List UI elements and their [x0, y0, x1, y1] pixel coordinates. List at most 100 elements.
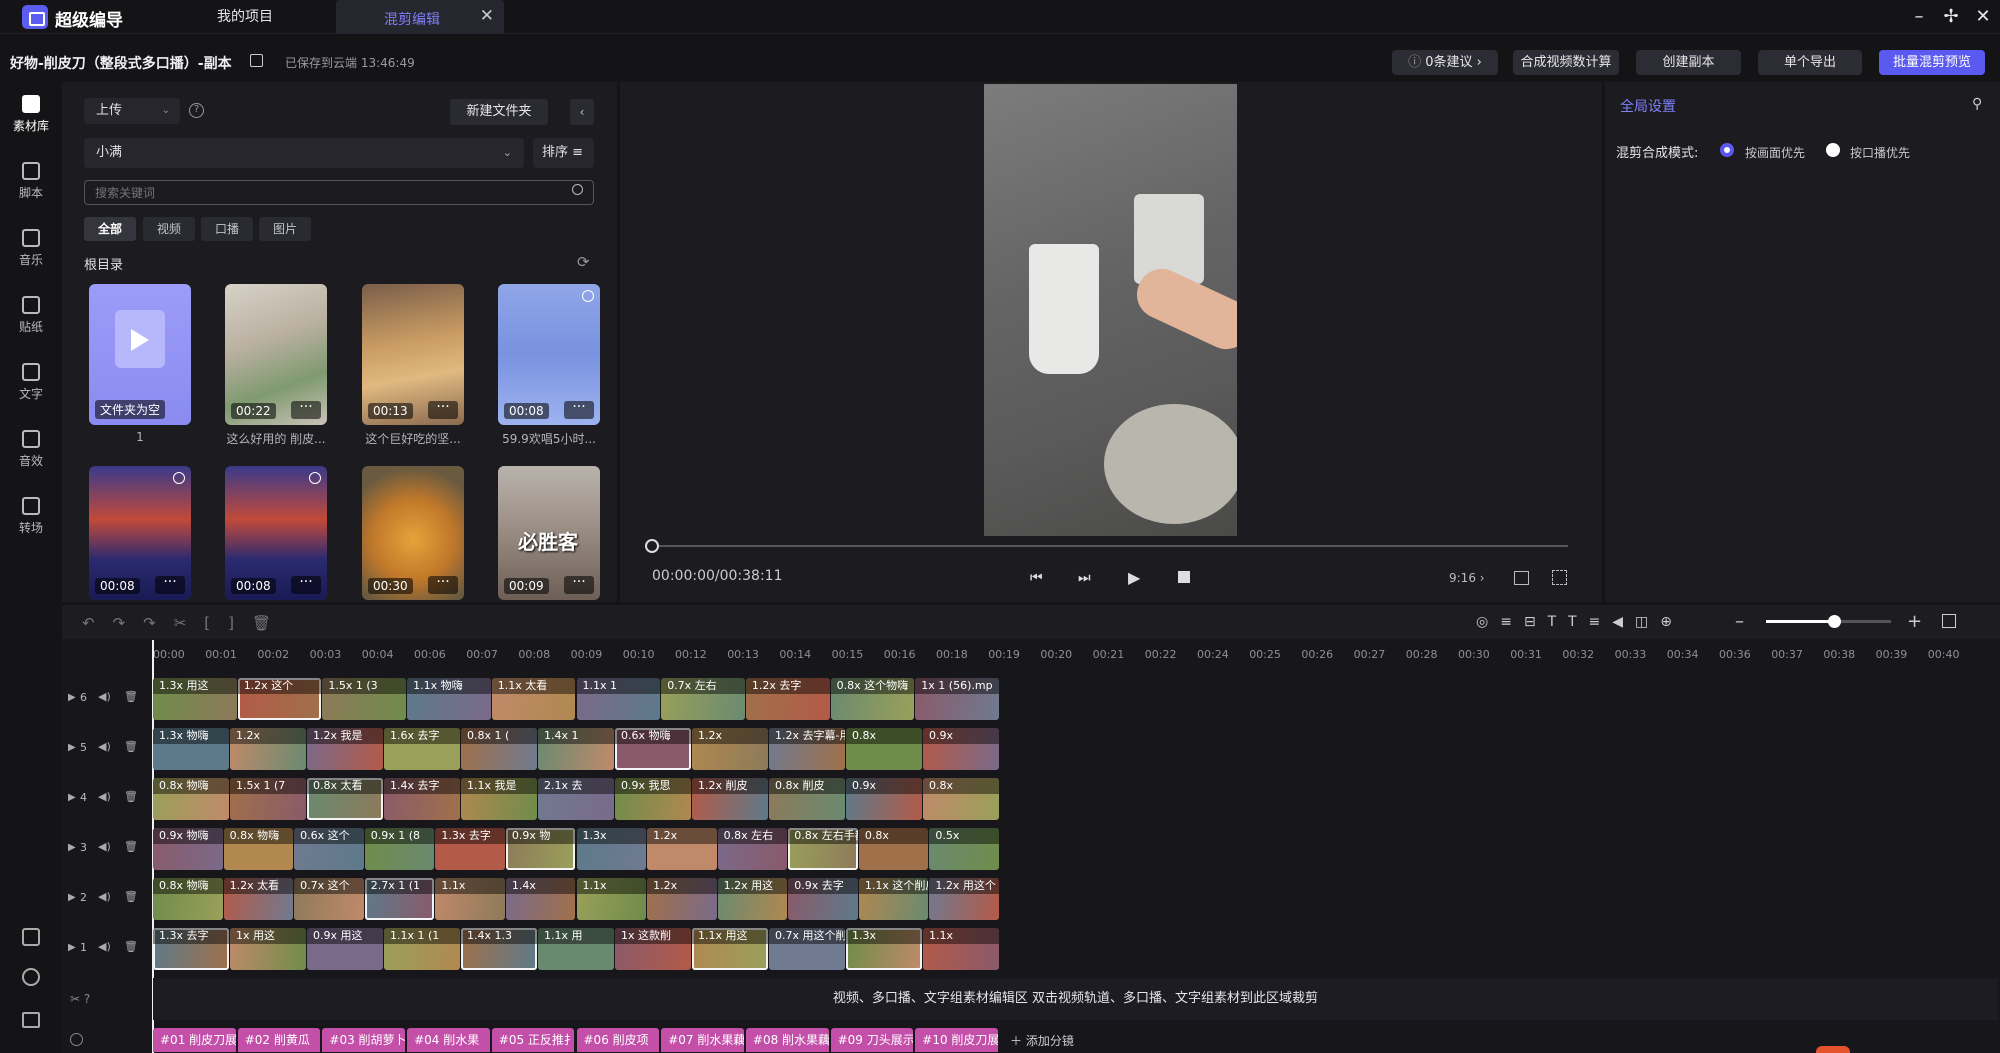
collapse-panel-icon[interactable]: ‹ — [570, 99, 594, 125]
minimize-button[interactable]: – — [1906, 4, 1932, 30]
more-icon[interactable]: ··· — [428, 575, 458, 594]
search-icon[interactable] — [572, 184, 583, 195]
timeline-clip[interactable]: 1.1x 用这 — [692, 928, 768, 970]
volume-icon[interactable]: ◀) — [98, 740, 111, 753]
timeline-clip[interactable]: 1.1x 这个削皮刀 — [858, 878, 929, 920]
rail-item-stickers[interactable]: 贴纸 — [6, 296, 56, 356]
material-card[interactable]: 必胜客 00:09 ··· — [498, 466, 600, 600]
volume-icon[interactable]: ◀) — [98, 840, 111, 853]
timeline-clip[interactable]: 1.3x — [576, 828, 647, 870]
timeline-clip[interactable]: 0.6x 这个 — [294, 828, 364, 870]
filter-image[interactable]: 图片 — [259, 217, 311, 241]
timeline-clip[interactable]: 0.7x 这个 — [294, 878, 364, 920]
edit-tools[interactable]: ↶↷↷✂[]🗑 — [82, 614, 289, 632]
timeline-clip[interactable]: 1x 1 (56).mp — [915, 678, 999, 720]
timeline-clip[interactable]: 1.3x 物嗨 — [153, 728, 229, 770]
add-group-button[interactable]: ＋ 添加分镜 — [1010, 1032, 1074, 1049]
material-card[interactable]: 00:30 ··· — [362, 466, 464, 600]
track-header[interactable]: ▶ 1 ◀) 🗑 — [62, 928, 152, 970]
timeline-clip[interactable]: 1.2x 用这个 — [929, 878, 999, 920]
timeline-clip[interactable]: 1.2x 削皮 — [692, 778, 768, 820]
info-icon[interactable]: ? — [189, 103, 204, 118]
timeline-clip[interactable]: 1.1x — [923, 928, 999, 970]
material-card[interactable]: 00:13 ··· — [362, 284, 464, 425]
progress-handle[interactable] — [645, 539, 659, 553]
delete-icon[interactable]: 🗑 — [124, 690, 138, 703]
track-header[interactable]: ▶ 2 ◀) 🗑 — [62, 878, 152, 920]
help-icon[interactable] — [22, 968, 40, 986]
play-icon[interactable]: ▶ — [1128, 568, 1140, 587]
disable-icon[interactable] — [70, 1033, 83, 1046]
delete-icon[interactable]: 🗑 — [124, 940, 138, 953]
timeline-clip[interactable]: 0.8x 物嗨 — [153, 878, 223, 920]
material-card[interactable]: 00:22 ··· — [225, 284, 327, 425]
timeline-clip[interactable]: 1.1x — [576, 878, 647, 920]
timeline-clip[interactable]: 0.8x 这个物嗨 — [830, 678, 915, 720]
track-5[interactable]: 1.3x 物嗨 1.2x 1.2x 我是 1.6x 去字 0.8x 1 (1.4x 10… — [153, 728, 1000, 770]
messages-icon[interactable] — [22, 1012, 40, 1028]
zoom-slider-handle[interactable] — [1828, 615, 1841, 628]
track-4[interactable]: 0.8x 物嗨 1.5x 1 (7 0.8x 太看 1.4x 去字 1.1x 我是 2.1… — [153, 778, 1000, 820]
timeline-clip[interactable]: 1.2x 这个 — [237, 678, 322, 720]
more-icon[interactable]: ··· — [428, 400, 458, 419]
playback-progress[interactable] — [652, 545, 1568, 547]
track-header[interactable]: ▶ 5 ◀) 🗑 — [62, 728, 152, 770]
tasks-icon[interactable] — [22, 928, 40, 946]
edit-title-icon[interactable] — [250, 54, 263, 67]
project-title[interactable]: 好物-削皮刀（整段式多口播）-副本 — [10, 53, 232, 73]
track-1[interactable]: 1.3x 去字 1x 用这 0.9x 用这 1.1x 1 (1 1.4x 1.3 1.1x… — [153, 928, 1000, 970]
filter-all[interactable]: 全部 — [84, 217, 136, 241]
timeline-clip[interactable]: 1x 用这 — [230, 928, 306, 970]
volume-icon[interactable]: ◀) — [98, 690, 111, 703]
advice-button[interactable]: ⓘ 0条建议 › — [1392, 50, 1498, 75]
track-3[interactable]: 0.9x 物嗨 0.8x 物嗨 0.6x 这个 0.9x 1 (8 1.3x 去字 0.9… — [153, 828, 1000, 870]
search-box[interactable] — [84, 180, 594, 205]
timeline-clip[interactable]: 1.2x 去字幕-用 — [769, 728, 845, 770]
timeline-clip[interactable]: 1.3x 去字 — [435, 828, 505, 870]
sort-button[interactable]: 排序 ≡ — [533, 138, 594, 168]
more-icon[interactable]: ··· — [564, 575, 594, 594]
more-icon[interactable]: ··· — [291, 400, 321, 419]
zoom-in-icon[interactable]: + — [1907, 611, 1922, 632]
single-export-button[interactable]: 单个导出 — [1758, 50, 1862, 75]
timeline-clip[interactable]: 1.1x 用 — [538, 928, 614, 970]
pin-window-button[interactable]: ✢ — [1938, 4, 1964, 30]
storyboard-group[interactable]: #10 削皮刀展示 — [915, 1028, 998, 1052]
tab-my-projects[interactable]: 我的项目 — [160, 0, 330, 34]
aspect-ratio[interactable]: 9:16 › — [1449, 571, 1485, 585]
scissors-icon[interactable]: ✂ ? — [70, 992, 90, 1006]
search-input[interactable] — [95, 184, 545, 201]
fit-screen-icon[interactable] — [1514, 571, 1529, 585]
timeline-clip[interactable]: 1.2x — [647, 828, 717, 870]
storyboard-group[interactable]: #09 刀头展示 00:0 — [830, 1028, 914, 1052]
timeline-clip[interactable]: 0.8x — [923, 778, 999, 820]
storyboard-group[interactable]: #08 削水果藕 — [745, 1028, 829, 1052]
timeline-clip[interactable]: 0.8x 左右 — [717, 828, 788, 870]
more-icon[interactable]: ··· — [564, 400, 594, 419]
create-copy-button[interactable]: 创建副本 — [1636, 50, 1741, 75]
timeline-clip[interactable]: 1.1x 1 (1 — [384, 928, 460, 970]
close-tab-icon[interactable]: ✕ — [480, 6, 494, 26]
timeline-clip[interactable]: 0.7x 用这个削 — [769, 928, 845, 970]
rail-item-text[interactable]: 文字 — [6, 363, 56, 423]
timeline-clip[interactable]: 0.9x — [923, 728, 999, 770]
rail-item-music[interactable]: 音乐 — [6, 229, 56, 289]
pin-icon[interactable]: ⚲ — [1972, 96, 1982, 112]
fullscreen-icon[interactable] — [1552, 570, 1567, 585]
select-checkbox[interactable] — [582, 290, 594, 302]
timeline-clip[interactable]: 0.8x — [846, 728, 922, 770]
timeline-clip[interactable]: 1.2x 去字 — [745, 678, 830, 720]
timeline-clip[interactable]: 1.3x 用这 — [153, 678, 237, 720]
timeline-clip[interactable]: 1.1x 1 — [576, 678, 661, 720]
timeline-clip[interactable]: 1.4x 去字 — [384, 778, 460, 820]
storyboard-group[interactable]: #05 正反推扌 — [491, 1028, 575, 1052]
delete-icon[interactable]: 🗑 — [124, 840, 138, 853]
time-ruler[interactable]: 00:00 00:01 00:02 00:03 00:04 00:06 00:07 00:08… — [150, 639, 2000, 665]
next-frame-icon[interactable]: ⏭ — [1078, 570, 1091, 586]
compute-count-button[interactable]: 合成视频数计算 — [1513, 50, 1619, 75]
rail-item-materials[interactable]: 素材库 — [6, 95, 56, 155]
rail-item-transition[interactable]: 转场 — [6, 497, 56, 557]
new-folder-button[interactable]: 新建文件夹 — [450, 99, 548, 125]
timeline-clip[interactable]: 0.8x — [858, 828, 929, 870]
timeline-clip[interactable]: 0.9x — [846, 778, 922, 820]
